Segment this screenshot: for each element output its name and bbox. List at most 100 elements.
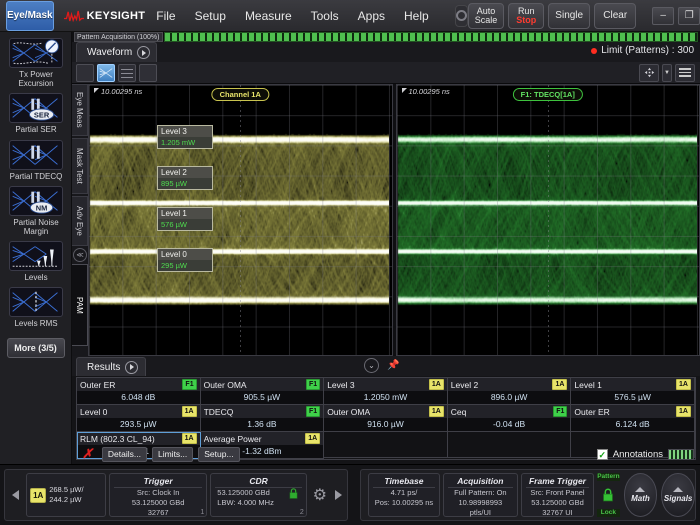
frame-trigger-line-3: 32767 UI bbox=[526, 508, 589, 518]
play-icon[interactable] bbox=[137, 46, 150, 59]
eye-badge-function-f1[interactable]: F1: TDECQ[1A] bbox=[513, 88, 583, 101]
menu-setup[interactable]: Setup bbox=[187, 6, 234, 26]
eye-pane-channel-1a[interactable]: 10.00295 ns Channel 1A Level 3 1.205 mW … bbox=[88, 84, 393, 356]
result-cell[interactable]: Outer ER F1 6.048 dB bbox=[77, 378, 201, 405]
math-knob-arrow-icon bbox=[635, 487, 645, 492]
details-button[interactable]: Details... bbox=[102, 447, 147, 462]
more-button[interactable]: More (3/5) bbox=[7, 338, 65, 358]
result-cell[interactable]: TDECQ F1 1.36 dB bbox=[201, 405, 325, 432]
results-expand-chevron-icon[interactable]: ⌄ bbox=[364, 358, 379, 373]
view-eye-button[interactable] bbox=[97, 64, 115, 82]
menu-measure[interactable]: Measure bbox=[237, 6, 300, 26]
auto-scale-button[interactable]: Auto Scale bbox=[468, 3, 505, 29]
eye-pane-tdecq-f1[interactable]: 10.00295 ns F1: TDECQ[1A] bbox=[396, 84, 700, 356]
sidebar-item-tx-power-excursion[interactable]: Tx Power Excursion bbox=[0, 36, 72, 91]
acquisition-line-1: Full Pattern: On bbox=[448, 488, 513, 498]
result-cell[interactable]: Level 2 1A 896.0 µW bbox=[448, 378, 572, 405]
limits-button[interactable]: Limits... bbox=[152, 447, 193, 462]
scroll-left-button[interactable] bbox=[7, 473, 23, 517]
sidebar-label-partial-ser: Partial SER bbox=[1, 125, 71, 134]
signal-chip-1a[interactable]: 1A 268.5 µW/ 244.2 µW bbox=[26, 473, 106, 517]
tab-results[interactable]: Results bbox=[76, 357, 146, 376]
menu-icon[interactable] bbox=[675, 64, 695, 82]
result-cell[interactable]: Level 0 1A 293.5 µW bbox=[77, 405, 201, 432]
results-pin-icon[interactable]: 📌 bbox=[387, 360, 399, 371]
chevron-down-icon[interactable]: ▼ bbox=[662, 64, 672, 82]
screenshot-button[interactable] bbox=[455, 5, 468, 27]
eye-badge-channel-1a[interactable]: Channel 1A bbox=[212, 88, 269, 101]
menu-help[interactable]: Help bbox=[396, 6, 437, 26]
levels-icon bbox=[9, 241, 63, 271]
sidebar-item-partial-noise-margin[interactable]: NM Partial Noise Margin bbox=[0, 184, 72, 239]
trigger-line-3: 32767 bbox=[114, 508, 202, 518]
vtab-adv-eye[interactable]: Adv Eye bbox=[72, 196, 88, 246]
eye-excursion-icon bbox=[9, 38, 63, 68]
vtab-mask-test[interactable]: Mask Test bbox=[72, 138, 88, 194]
result-cell-name: Level 1 bbox=[574, 380, 601, 390]
result-cell[interactable]: Outer OMA 1A 916.0 µW bbox=[324, 405, 448, 432]
main-panel: Pattern Acquisition (100%) Waveform Limi… bbox=[72, 32, 700, 464]
menu-apps[interactable]: Apps bbox=[350, 6, 393, 26]
vtab-pam[interactable]: PAM bbox=[72, 264, 88, 346]
limit-patterns-status: Limit (Patterns) : 300 bbox=[591, 45, 694, 56]
restore-button[interactable]: ❐ bbox=[678, 7, 700, 25]
sidebar-item-partial-ser[interactable]: SER Partial SER bbox=[0, 91, 72, 137]
result-cell[interactable]: Level 3 1A 1.2050 mW bbox=[324, 378, 448, 405]
clear-button[interactable]: Clear bbox=[594, 3, 636, 29]
close-icon[interactable]: ✗ bbox=[78, 446, 97, 462]
collapse-icon[interactable]: ≪ bbox=[73, 248, 87, 262]
result-cell[interactable]: Outer ER 1A 6.124 dB bbox=[571, 405, 695, 432]
annotations-checkbox[interactable]: ✓ bbox=[597, 449, 608, 460]
view-stack-button[interactable] bbox=[118, 64, 136, 82]
result-cell-source-badge: 1A bbox=[676, 379, 691, 390]
result-cell-name: Level 0 bbox=[80, 407, 107, 417]
pattern-lock-bottom-label: Lock bbox=[597, 509, 619, 517]
tab-waveform[interactable]: Waveform bbox=[76, 42, 157, 62]
single-button[interactable]: Single bbox=[548, 3, 590, 29]
brand-name: KEYSIGHT bbox=[87, 10, 146, 22]
menu-tools[interactable]: Tools bbox=[303, 6, 347, 26]
result-cell[interactable]: Outer OMA F1 905.5 µW bbox=[201, 378, 325, 405]
math-knob[interactable]: Math bbox=[624, 473, 658, 517]
trigger-line-1: Src: Clock In bbox=[114, 488, 202, 498]
result-cell[interactable]: Level 1 1A 576.5 µW bbox=[571, 378, 695, 405]
result-cell-source-badge: 1A bbox=[552, 379, 567, 390]
timebase-chip[interactable]: Timebase 4.71 ps/ Pos: 10.00295 ns bbox=[368, 473, 440, 517]
eye-mask-mode-button[interactable]: Eye/Mask bbox=[6, 1, 54, 31]
cdr-title: CDR bbox=[215, 476, 301, 488]
view-grid-button[interactable] bbox=[139, 64, 157, 82]
view-single-button[interactable] bbox=[76, 64, 94, 82]
lock-icon bbox=[601, 488, 615, 502]
run-stop-button[interactable]: Run Stop bbox=[508, 3, 544, 29]
cdr-chip[interactable]: CDR 53.125000 GBd LBW: 4.000 MHz 2 bbox=[210, 473, 306, 517]
sidebar-label-partial-noise-margin: Partial Noise Margin bbox=[1, 218, 71, 236]
annotations-indicator[interactable] bbox=[668, 449, 694, 460]
trigger-chip[interactable]: Trigger Src: Clock In 53.125000 GBd 3276… bbox=[109, 473, 207, 517]
vtab-eye-meas[interactable]: Eye Meas bbox=[72, 84, 88, 136]
menu-file[interactable]: File bbox=[148, 6, 183, 26]
acquisition-chip[interactable]: Acquisition Full Pattern: On 10.98998993… bbox=[443, 473, 518, 517]
sidebar-item-levels-rms[interactable]: Levels RMS bbox=[0, 285, 72, 331]
minimize-button[interactable]: – bbox=[652, 7, 674, 25]
scroll-right-button[interactable] bbox=[331, 473, 347, 517]
eye-nm-icon: NM bbox=[9, 186, 63, 216]
frame-trigger-chip[interactable]: Frame Trigger Src: Front Panel 53.125000… bbox=[521, 473, 594, 517]
trigger-line-2: 53.125000 GBd bbox=[114, 498, 202, 508]
result-cell-header: Outer ER 1A bbox=[571, 405, 694, 418]
results-play-icon[interactable] bbox=[125, 361, 138, 374]
setup-button[interactable]: Setup... bbox=[198, 447, 239, 462]
sidebar-item-partial-tdecq[interactable]: Partial TDECQ bbox=[0, 138, 72, 184]
level-tag-0-value: 295 µW bbox=[158, 260, 212, 271]
result-cell-value: 916.0 µW bbox=[324, 418, 447, 431]
signals-knob[interactable]: Signals bbox=[661, 473, 695, 517]
keysight-logo: KEYSIGHT bbox=[64, 8, 146, 24]
sidebar-item-levels[interactable]: Levels bbox=[0, 239, 72, 285]
pattern-lock-indicator[interactable]: Pattern Lock bbox=[597, 473, 619, 517]
move-icon[interactable] bbox=[639, 64, 659, 82]
timebase-line-1: 4.71 ps/ bbox=[373, 488, 435, 498]
gear-icon[interactable]: ⚙ bbox=[311, 485, 329, 505]
signal-value-1: 268.5 µW/ bbox=[49, 485, 83, 495]
result-cell[interactable]: Ceq F1 -0.04 dB bbox=[448, 405, 572, 432]
level-tag-1-name: Level 1 bbox=[158, 208, 212, 219]
pattern-acquisition-bar: Pattern Acquisition (100%) bbox=[74, 32, 698, 42]
